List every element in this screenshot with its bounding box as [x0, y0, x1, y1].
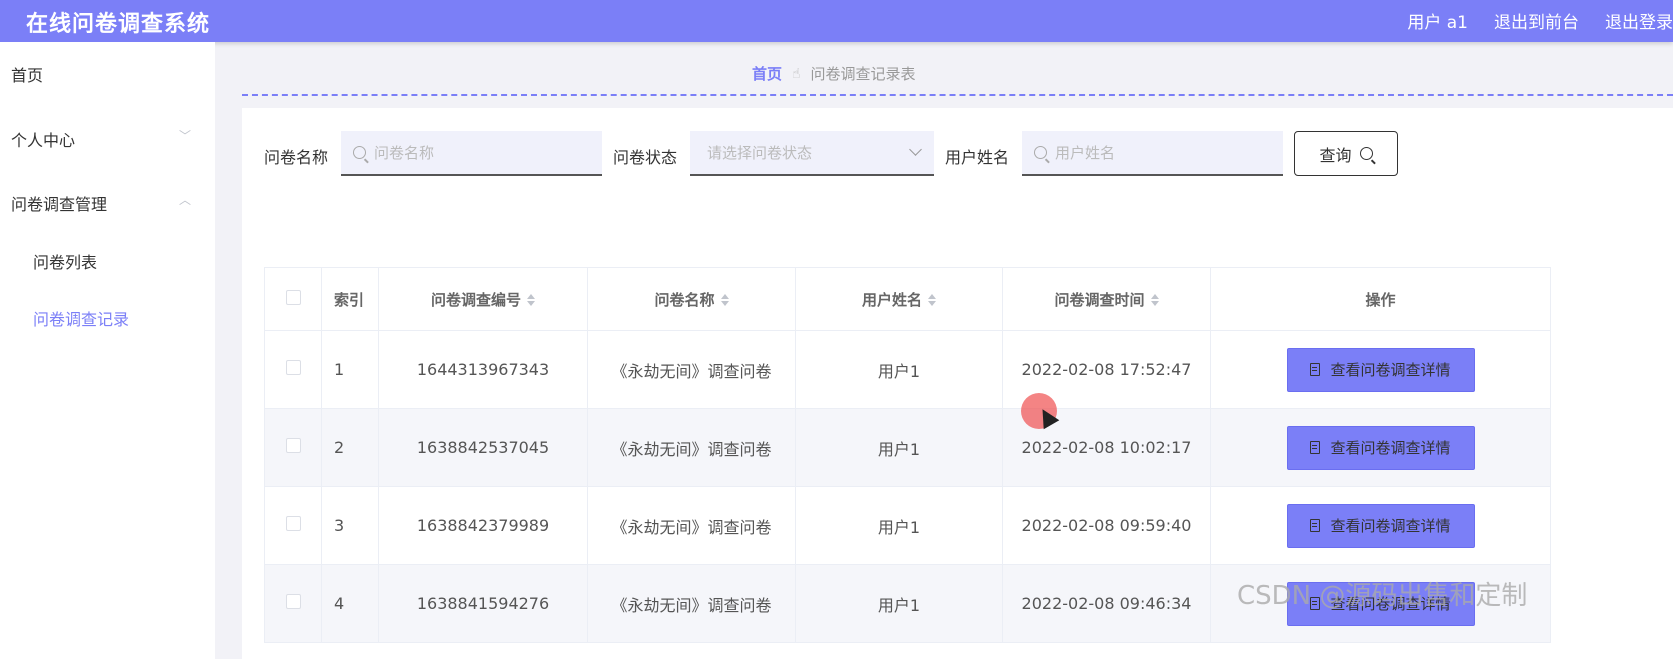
row-user-name: 用户1 — [795, 408, 1003, 487]
row-action-cell: 查看问卷调查详情 — [1210, 408, 1551, 487]
header-time-label: 问卷调查时间 — [1054, 290, 1145, 309]
header-name[interactable]: 问卷名称 — [587, 267, 796, 331]
sidebar-item-label: 个人中心 — [11, 131, 76, 150]
survey-name-label: 问卷名称 — [264, 148, 329, 167]
sort-icon[interactable] — [1150, 294, 1159, 306]
dashed-divider — [242, 94, 1673, 96]
hand-separator-icon: ☝ — [792, 65, 801, 82]
app-title: 在线问卷调查系统 — [26, 12, 211, 37]
survey-status-placeholder: 请选择问卷状态 — [707, 144, 813, 162]
row-checkbox[interactable] — [285, 594, 301, 609]
user-name-input[interactable]: 用户姓名 — [1022, 131, 1283, 176]
breadcrumb: 首页 ☝ 问卷调查记录表 — [752, 63, 916, 84]
view-detail-button[interactable]: 查看问卷调查详情 — [1286, 503, 1475, 548]
sort-icon[interactable] — [928, 294, 936, 306]
row-checkbox-cell — [264, 486, 322, 565]
row-action-cell: 查看问卷调查详情 — [1210, 330, 1551, 409]
row-survey-name: 《永劫无间》调查问卷 — [587, 408, 796, 487]
query-button-label: 查询 — [1319, 145, 1352, 165]
survey-name-placeholder: 问卷名称 — [374, 144, 435, 162]
row-code: 1644313967343 — [378, 330, 588, 409]
watermark: CSDN @源码出售和定制 — [1237, 581, 1528, 611]
view-detail-label: 查看问卷调查详情 — [1330, 439, 1451, 457]
current-user-label: 用户 a1 — [1407, 13, 1468, 33]
header-name-label: 问卷名称 — [654, 290, 715, 309]
survey-status-select[interactable]: 请选择问卷状态 — [690, 131, 934, 176]
header-time[interactable]: 问卷调查时间 — [1002, 267, 1211, 331]
sidebar-item-personal-center[interactable]: 个人中心 ﹀ — [11, 127, 201, 151]
header-action: 操作 — [1210, 267, 1551, 331]
search-icon — [1359, 147, 1373, 160]
top-header: 在线问卷调查系统 用户 a1 退出到前台 退出登录 — [0, 0, 1673, 42]
row-user-name: 用户1 — [795, 564, 1003, 643]
row-time: 2022-02-08 09:59:40 — [1002, 486, 1211, 565]
view-detail-button[interactable]: 查看问卷调查详情 — [1286, 347, 1475, 392]
sidebar-item-label: 问卷调查管理 — [11, 195, 108, 214]
survey-status-label: 问卷状态 — [613, 148, 678, 167]
select-all-checkbox[interactable] — [285, 289, 301, 305]
table-header-row: 索引 问卷调查编号 问卷名称 用户姓名 问卷调查时间 操作 — [264, 267, 1551, 331]
header-index: 索引 — [321, 267, 379, 331]
sidebar-item-survey-list[interactable]: 问卷列表 — [33, 249, 97, 273]
row-code: 1638841594276 — [378, 564, 588, 643]
chevron-up-icon: ︿ — [178, 193, 191, 207]
view-detail-button[interactable]: 查看问卷调查详情 — [1286, 425, 1475, 470]
user-name-placeholder: 用户姓名 — [1055, 144, 1116, 162]
row-survey-name: 《永劫无间》调查问卷 — [587, 486, 796, 565]
row-action-cell: 查看问卷调查详情 — [1210, 486, 1551, 565]
query-button[interactable]: 查询 — [1294, 131, 1398, 176]
view-detail-label: 查看问卷调查详情 — [1330, 361, 1451, 379]
row-survey-name: 《永劫无间》调查问卷 — [587, 330, 796, 409]
survey-name-input[interactable]: 问卷名称 — [341, 131, 602, 176]
user-name-label: 用户姓名 — [945, 148, 1010, 167]
row-time: 2022-02-08 09:46:34 — [1002, 564, 1211, 643]
logout-link[interactable]: 退出登录 — [1605, 8, 1673, 33]
document-icon — [1310, 441, 1321, 454]
header-code[interactable]: 问卷调查编号 — [378, 267, 588, 331]
header-user-label: 用户姓名 — [861, 290, 922, 309]
sidebar-item-survey-management[interactable]: 问卷调查管理 ︿ — [11, 191, 201, 215]
exit-to-front-link[interactable]: 退出到前台 — [1494, 8, 1579, 33]
row-index: 4 — [321, 564, 379, 643]
row-user-name: 用户1 — [795, 486, 1003, 565]
row-survey-name: 《永劫无间》调查问卷 — [587, 564, 796, 643]
row-index: 3 — [321, 486, 379, 565]
sidebar-item-home[interactable]: 首页 — [11, 62, 201, 86]
row-checkbox[interactable] — [285, 360, 301, 375]
header-actions: 用户 a1 退出到前台 退出登录 — [1407, 8, 1673, 33]
header-checkbox-cell — [264, 267, 322, 331]
row-user-name: 用户1 — [795, 330, 1003, 409]
view-detail-label: 查看问卷调查详情 — [1330, 517, 1451, 535]
header-user[interactable]: 用户姓名 — [795, 267, 1003, 331]
row-checkbox[interactable] — [285, 516, 301, 531]
row-index: 2 — [321, 408, 379, 487]
row-checkbox-cell — [264, 330, 322, 409]
chevron-down-icon: ﹀ — [178, 129, 191, 143]
breadcrumb-current: 问卷调查记录表 — [810, 65, 916, 83]
table-row: 2 1638842537045 《永劫无间》调查问卷 用户1 2022-02-0… — [264, 408, 1551, 487]
sidebar-item-survey-records[interactable]: 问卷调查记录 — [33, 306, 129, 330]
search-icon — [353, 146, 366, 159]
sidebar: 首页 个人中心 ﹀ 问卷调查管理 ︿ 问卷列表 问卷调查记录 — [0, 42, 215, 659]
row-code: 1638842537045 — [378, 408, 588, 487]
breadcrumb-home[interactable]: 首页 — [752, 63, 782, 84]
row-index: 1 — [321, 330, 379, 409]
sort-icon[interactable] — [527, 294, 535, 306]
document-icon — [1310, 519, 1321, 532]
row-code: 1638842379989 — [378, 486, 588, 565]
row-checkbox-cell — [264, 408, 322, 487]
table-row: 1 1644313967343 《永劫无间》调查问卷 用户1 2022-02-0… — [264, 330, 1551, 409]
table-row: 3 1638842379989 《永劫无间》调查问卷 用户1 2022-02-0… — [264, 486, 1551, 565]
row-checkbox[interactable] — [285, 438, 301, 453]
search-icon — [1034, 146, 1047, 159]
header-code-label: 问卷调查编号 — [430, 290, 521, 309]
document-icon — [1310, 363, 1321, 376]
row-checkbox-cell — [264, 564, 322, 643]
sort-icon[interactable] — [720, 294, 729, 306]
sidebar-item-label: 首页 — [11, 66, 44, 85]
chevron-down-icon — [909, 143, 922, 156]
